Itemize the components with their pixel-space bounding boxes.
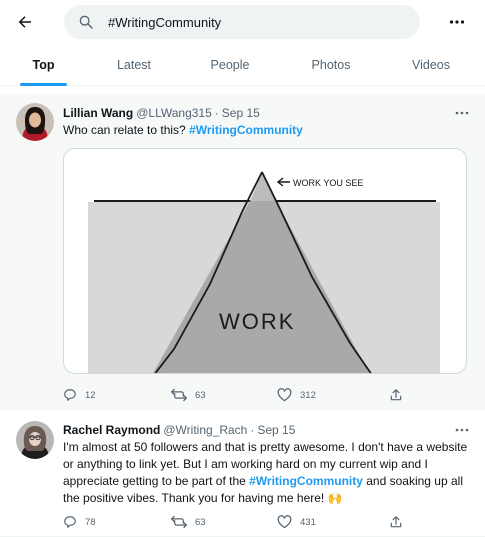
back-button[interactable] — [10, 8, 40, 36]
tab-photos[interactable]: Photos — [303, 44, 359, 86]
share-button[interactable] — [389, 513, 403, 531]
display-name[interactable]: Rachel Raymond — [63, 423, 160, 437]
avatar[interactable] — [16, 421, 54, 459]
display-name[interactable]: Lillian Wang — [63, 106, 133, 120]
user-handle[interactable]: @LLWang315 — [136, 106, 212, 120]
more-horizontal-icon — [455, 111, 469, 115]
avatar[interactable] — [16, 103, 54, 141]
share-button[interactable] — [389, 386, 403, 404]
hashtag-link[interactable]: #WritingCommunity — [249, 474, 363, 488]
tweet-date[interactable]: Sep 15 — [257, 423, 295, 437]
reply-count: 12 — [85, 389, 96, 401]
tweet-actions: 78 63 431 — [63, 513, 408, 531]
more-horizontal-icon — [449, 20, 465, 24]
share-icon — [390, 516, 402, 528]
tab-people[interactable]: People — [203, 44, 257, 86]
image-label-work: WORK — [219, 309, 295, 334]
tweet-image[interactable]: WORK YOU SEE WORK — [63, 148, 467, 374]
retweet-button[interactable]: 63 — [171, 513, 206, 531]
active-tab-indicator — [20, 83, 67, 86]
tweet-text: Who can relate to this? #WritingCommunit… — [63, 123, 303, 137]
search-input[interactable]: #WritingCommunity — [64, 5, 420, 39]
heart-icon — [277, 388, 292, 402]
tweet-header: Rachel Raymond @Writing_Rach · Sep 15 — [63, 422, 295, 438]
tweet[interactable]: Rachel Raymond @Writing_Rach · Sep 15 I'… — [0, 411, 485, 537]
tweet-header: Lillian Wang @LLWang315 · Sep 15 — [63, 105, 260, 121]
reply-button[interactable]: 12 — [63, 386, 96, 404]
like-count: 431 — [300, 516, 316, 528]
tweet-actions: 12 63 312 — [63, 386, 408, 404]
like-button[interactable]: 312 — [277, 386, 316, 404]
retweet-icon — [171, 515, 187, 529]
separator-dot: · — [250, 423, 255, 437]
hashtag-link[interactable]: #WritingCommunity — [189, 123, 303, 137]
search-icon — [79, 15, 93, 29]
search-query: #WritingCommunity — [108, 14, 222, 30]
search-header: #WritingCommunity — [0, 0, 485, 44]
retweet-count: 63 — [195, 516, 206, 528]
tweet[interactable]: Lillian Wang @LLWang315 · Sep 15 Who can… — [0, 94, 485, 410]
retweet-count: 63 — [195, 389, 206, 401]
image-label-work-you-see: WORK YOU SEE — [293, 178, 363, 188]
retweet-icon — [171, 388, 187, 402]
reply-button[interactable]: 78 — [63, 513, 96, 531]
tweet-date[interactable]: Sep 15 — [222, 106, 260, 120]
tweet-text: I'm almost at 50 followers and that is p… — [63, 440, 468, 505]
reply-count: 78 — [85, 516, 96, 528]
arrow-left-icon — [18, 16, 31, 28]
heart-icon — [277, 515, 292, 529]
reply-icon — [64, 516, 76, 528]
tab-top[interactable]: Top — [20, 44, 67, 86]
tab-videos[interactable]: Videos — [404, 44, 458, 86]
reply-icon — [64, 389, 76, 401]
more-horizontal-icon — [455, 428, 469, 432]
like-button[interactable]: 431 — [277, 513, 316, 531]
tab-latest[interactable]: Latest — [108, 44, 160, 86]
search-tabs: Top Latest People Photos Videos — [0, 44, 485, 86]
user-handle[interactable]: @Writing_Rach — [163, 423, 247, 437]
tweet-more-button[interactable] — [452, 423, 472, 437]
share-icon — [390, 389, 402, 401]
separator-dot: · — [214, 106, 219, 120]
like-count: 312 — [300, 389, 316, 401]
tweet-more-button[interactable] — [452, 106, 472, 120]
retweet-button[interactable]: 63 — [171, 386, 206, 404]
more-options-button[interactable] — [444, 10, 470, 34]
